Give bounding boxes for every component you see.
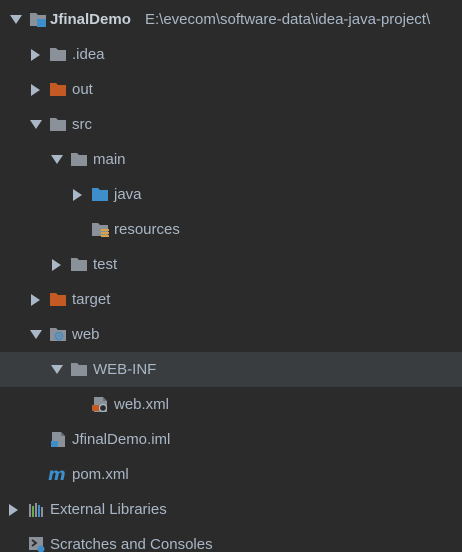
project-tree: JfinalDemo E:\evecom\software-data\idea-… <box>0 0 462 552</box>
tree-row-main[interactable]: main <box>0 142 462 177</box>
node-label-webxml: web.xml <box>114 396 170 413</box>
project-path: E:\evecom\software-data\idea-java-projec… <box>145 11 431 28</box>
expand-arrow-icon[interactable] <box>51 365 63 374</box>
node-label-src: src <box>72 116 92 133</box>
folder-icon <box>70 256 88 273</box>
tree-row-test[interactable]: test <box>0 247 462 282</box>
svg-text:m: m <box>48 466 66 483</box>
expand-arrow-icon[interactable] <box>30 120 42 129</box>
folder-icon <box>70 361 88 378</box>
expand-arrow-icon[interactable] <box>30 330 42 339</box>
node-label-external-libraries: External Libraries <box>50 501 167 518</box>
tree-row-java[interactable]: java <box>0 177 462 212</box>
libraries-icon <box>28 501 46 518</box>
project-name: JfinalDemo <box>50 11 131 28</box>
tree-row-web[interactable]: web <box>0 317 462 352</box>
node-label-idea: .idea <box>72 46 105 63</box>
collapse-arrow-icon[interactable] <box>52 259 61 271</box>
web-xml-file-icon <box>91 396 109 413</box>
expand-arrow-icon[interactable] <box>51 155 63 164</box>
source-folder-icon <box>91 186 109 203</box>
collapse-arrow-icon[interactable] <box>73 189 82 201</box>
tree-row-target[interactable]: target <box>0 282 462 317</box>
tree-row-src[interactable]: src <box>0 107 462 142</box>
collapse-arrow-icon[interactable] <box>9 504 18 516</box>
tree-row-resources[interactable]: resources <box>0 212 462 247</box>
tree-row-project-root[interactable]: JfinalDemo E:\evecom\software-data\idea-… <box>0 2 462 37</box>
node-label-scratches: Scratches and Consoles <box>50 536 213 552</box>
web-folder-icon <box>49 326 67 343</box>
node-label-test: test <box>93 256 118 273</box>
node-label-iml: JfinalDemo.iml <box>72 431 171 448</box>
node-label-out: out <box>72 81 93 98</box>
scratches-icon <box>28 536 46 552</box>
node-label-webinf: WEB-INF <box>93 361 157 378</box>
node-label-resources: resources <box>114 221 180 238</box>
tree-row-external-libraries[interactable]: External Libraries <box>0 492 462 527</box>
node-label-pom: pom.xml <box>72 466 129 483</box>
resources-folder-icon <box>91 221 109 238</box>
folder-icon <box>70 151 88 168</box>
project-folder-icon <box>29 11 47 28</box>
collapse-arrow-icon[interactable] <box>31 294 40 306</box>
collapse-arrow-icon[interactable] <box>31 84 40 96</box>
tree-row-scratches[interactable]: Scratches and Consoles <box>0 527 462 552</box>
node-label-main: main <box>93 151 126 168</box>
tree-row-out[interactable]: out <box>0 72 462 107</box>
folder-icon <box>49 46 67 63</box>
node-label-web: web <box>72 326 100 343</box>
iml-file-icon <box>49 431 67 448</box>
maven-pom-icon: m <box>47 466 69 483</box>
folder-icon <box>49 116 67 133</box>
excluded-folder-icon <box>49 81 67 98</box>
expand-arrow-icon[interactable] <box>10 15 22 24</box>
node-label-java: java <box>114 186 142 203</box>
tree-row-iml[interactable]: JfinalDemo.iml <box>0 422 462 457</box>
collapse-arrow-icon[interactable] <box>31 49 40 61</box>
node-label-target: target <box>72 291 111 308</box>
excluded-folder-icon <box>49 291 67 308</box>
tree-row-webxml[interactable]: web.xml <box>0 387 462 422</box>
tree-row-webinf[interactable]: WEB-INF <box>0 352 462 387</box>
tree-row-pom[interactable]: m pom.xml <box>0 457 462 492</box>
tree-row-idea[interactable]: .idea <box>0 37 462 72</box>
